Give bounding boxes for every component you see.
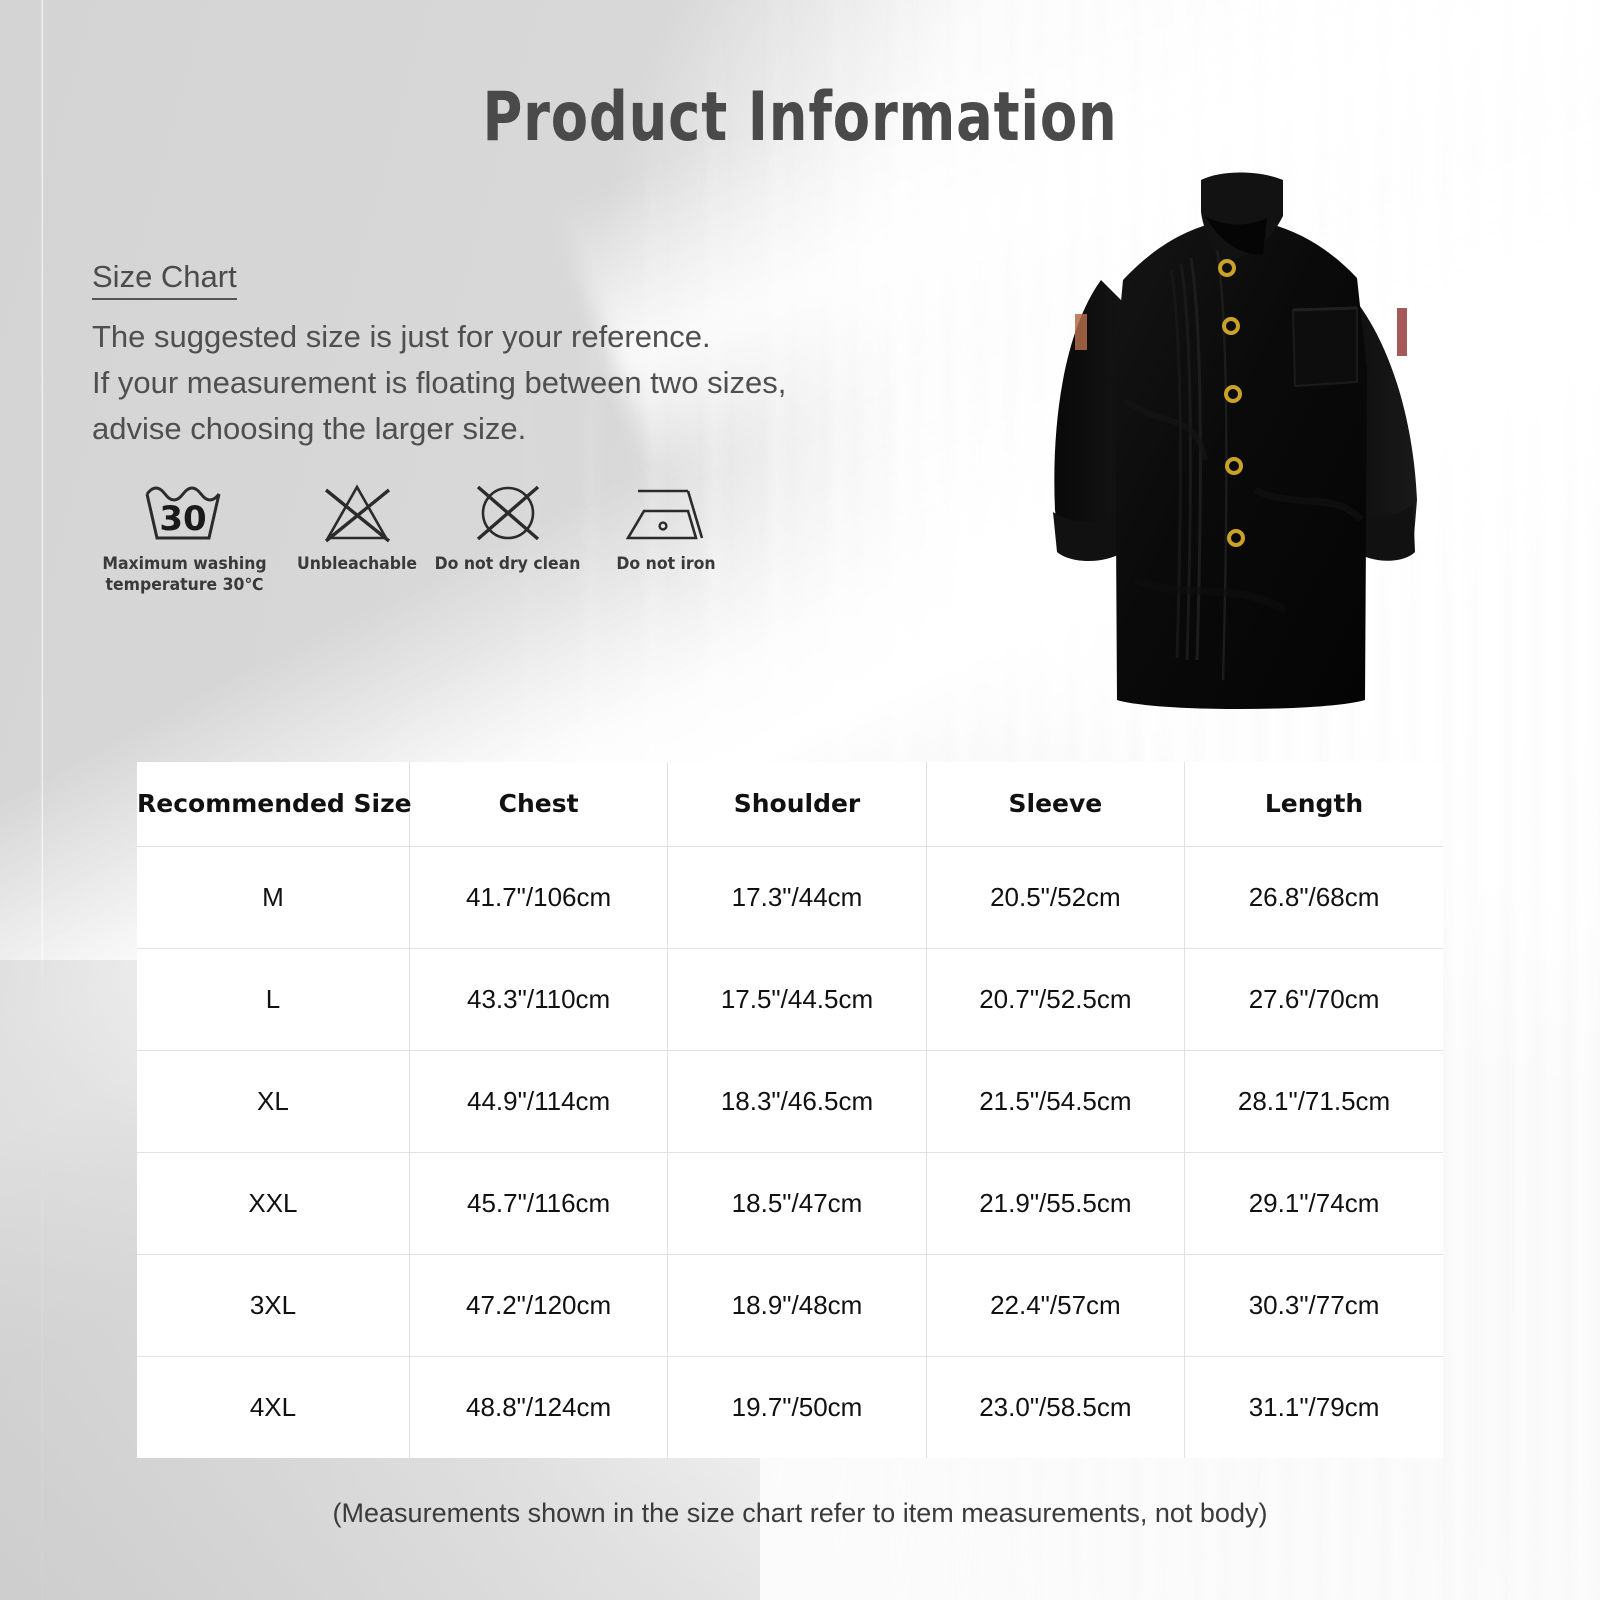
cell-sleeve: 23.0"/58.5cm [925, 1355, 1186, 1458]
cell-size: XXL [137, 1151, 410, 1255]
do-not-iron-icon [591, 478, 741, 544]
cell-chest: 41.7"/106cm [408, 845, 669, 949]
cell-size: L [137, 947, 410, 1051]
care-instructions: 30 Maximum washing temperature 30℃ Unblea… [92, 478, 716, 608]
do-not-dry-clean-icon [425, 478, 590, 544]
cell-shoulder: 18.9"/48cm [667, 1253, 927, 1357]
care-item-max-wash-temp: 30 Maximum washing temperature 30℃ [92, 478, 277, 596]
page-title: Product Information [482, 78, 1118, 157]
cell-shoulder: 19.7"/50cm [667, 1355, 927, 1458]
care-label-do-not-dry-clean: Do not dry clean [434, 554, 581, 573]
cell-length: 29.1"/74cm [1184, 1151, 1443, 1255]
cell-sleeve: 20.5"/52cm [925, 845, 1186, 949]
cell-chest: 47.2"/120cm [408, 1253, 669, 1357]
table-row: 3XL 47.2"/120cm 18.9"/48cm 22.4"/57cm 30… [137, 1253, 1443, 1357]
cell-shoulder: 18.5"/47cm [667, 1151, 927, 1255]
table-row: L 43.3"/110cm 17.5"/44.5cm 20.7"/52.5cm … [137, 947, 1443, 1051]
cell-sleeve: 20.7"/52.5cm [925, 947, 1186, 1051]
size-chart-table: Recommended Size Chest Shoulder Sleeve L… [137, 762, 1443, 1458]
table-header-row: Recommended Size Chest Shoulder Sleeve L… [137, 762, 1443, 847]
column-header-sleeve: Sleeve [925, 762, 1186, 847]
table-row: XXL 45.7"/116cm 18.5"/47cm 21.9"/55.5cm … [137, 1151, 1443, 1255]
size-chart-intro: Size Chart The suggested size is just fo… [92, 258, 872, 452]
care-label-do-not-iron: Do not iron [616, 554, 716, 573]
care-label-max-wash-temp: Maximum washing temperature 30℃ [102, 554, 267, 595]
wash-tub-30-icon: 30 [92, 478, 277, 544]
cell-chest: 44.9"/114cm [408, 1049, 669, 1153]
cell-size: 4XL [137, 1355, 410, 1458]
cell-size: 3XL [137, 1253, 410, 1357]
column-header-length: Length [1184, 762, 1443, 847]
care-item-unbleachable: Unbleachable [282, 478, 432, 574]
column-header-recommended-size: Recommended Size [137, 762, 412, 847]
column-header-chest: Chest [408, 762, 669, 847]
cell-sleeve: 21.5"/54.5cm [925, 1049, 1186, 1153]
cell-size: XL [137, 1049, 410, 1153]
cell-length: 31.1"/79cm [1184, 1355, 1443, 1458]
cell-length: 26.8"/68cm [1184, 845, 1443, 949]
size-chart-description-line: The suggested size is just for your refe… [92, 319, 711, 355]
cell-size: M [137, 845, 410, 949]
table-row: M 41.7"/106cm 17.3"/44cm 20.5"/52cm 26.8… [137, 845, 1443, 949]
size-chart-description: The suggested size is just for your refe… [92, 314, 872, 452]
cell-chest: 45.7"/116cm [408, 1151, 669, 1255]
cell-shoulder: 17.3"/44cm [667, 845, 927, 949]
column-header-shoulder: Shoulder [667, 762, 927, 847]
cell-length: 27.6"/70cm [1184, 947, 1443, 1051]
table-row: 4XL 48.8"/124cm 19.7"/50cm 23.0"/58.5cm … [137, 1355, 1443, 1458]
care-label-unbleachable: Unbleachable [297, 554, 417, 573]
cell-chest: 48.8"/124cm [408, 1355, 669, 1458]
care-item-do-not-iron: Do not iron [591, 478, 741, 574]
cell-sleeve: 21.9"/55.5cm [925, 1151, 1186, 1255]
measurement-disclaimer: (Measurements shown in the size chart re… [332, 1498, 1268, 1528]
svg-text:30: 30 [159, 499, 206, 539]
size-chart-description-line: advise choosing the larger size. [92, 410, 527, 446]
care-item-do-not-dry-clean: Do not dry clean [425, 478, 590, 574]
cell-length: 30.3"/77cm [1184, 1253, 1443, 1357]
chef-jacket-photo [1005, 160, 1475, 740]
do-not-bleach-icon [282, 478, 432, 544]
size-chart-heading: Size Chart [92, 258, 237, 301]
cell-shoulder: 17.5"/44.5cm [667, 947, 927, 1051]
size-chart-description-line: If your measurement is floating between … [92, 365, 787, 401]
table-row: XL 44.9"/114cm 18.3"/46.5cm 21.5"/54.5cm… [137, 1049, 1443, 1153]
cell-chest: 43.3"/110cm [408, 947, 669, 1051]
cell-length: 28.1"/71.5cm [1184, 1049, 1443, 1153]
cell-sleeve: 22.4"/57cm [925, 1253, 1186, 1357]
cell-shoulder: 18.3"/46.5cm [667, 1049, 927, 1153]
